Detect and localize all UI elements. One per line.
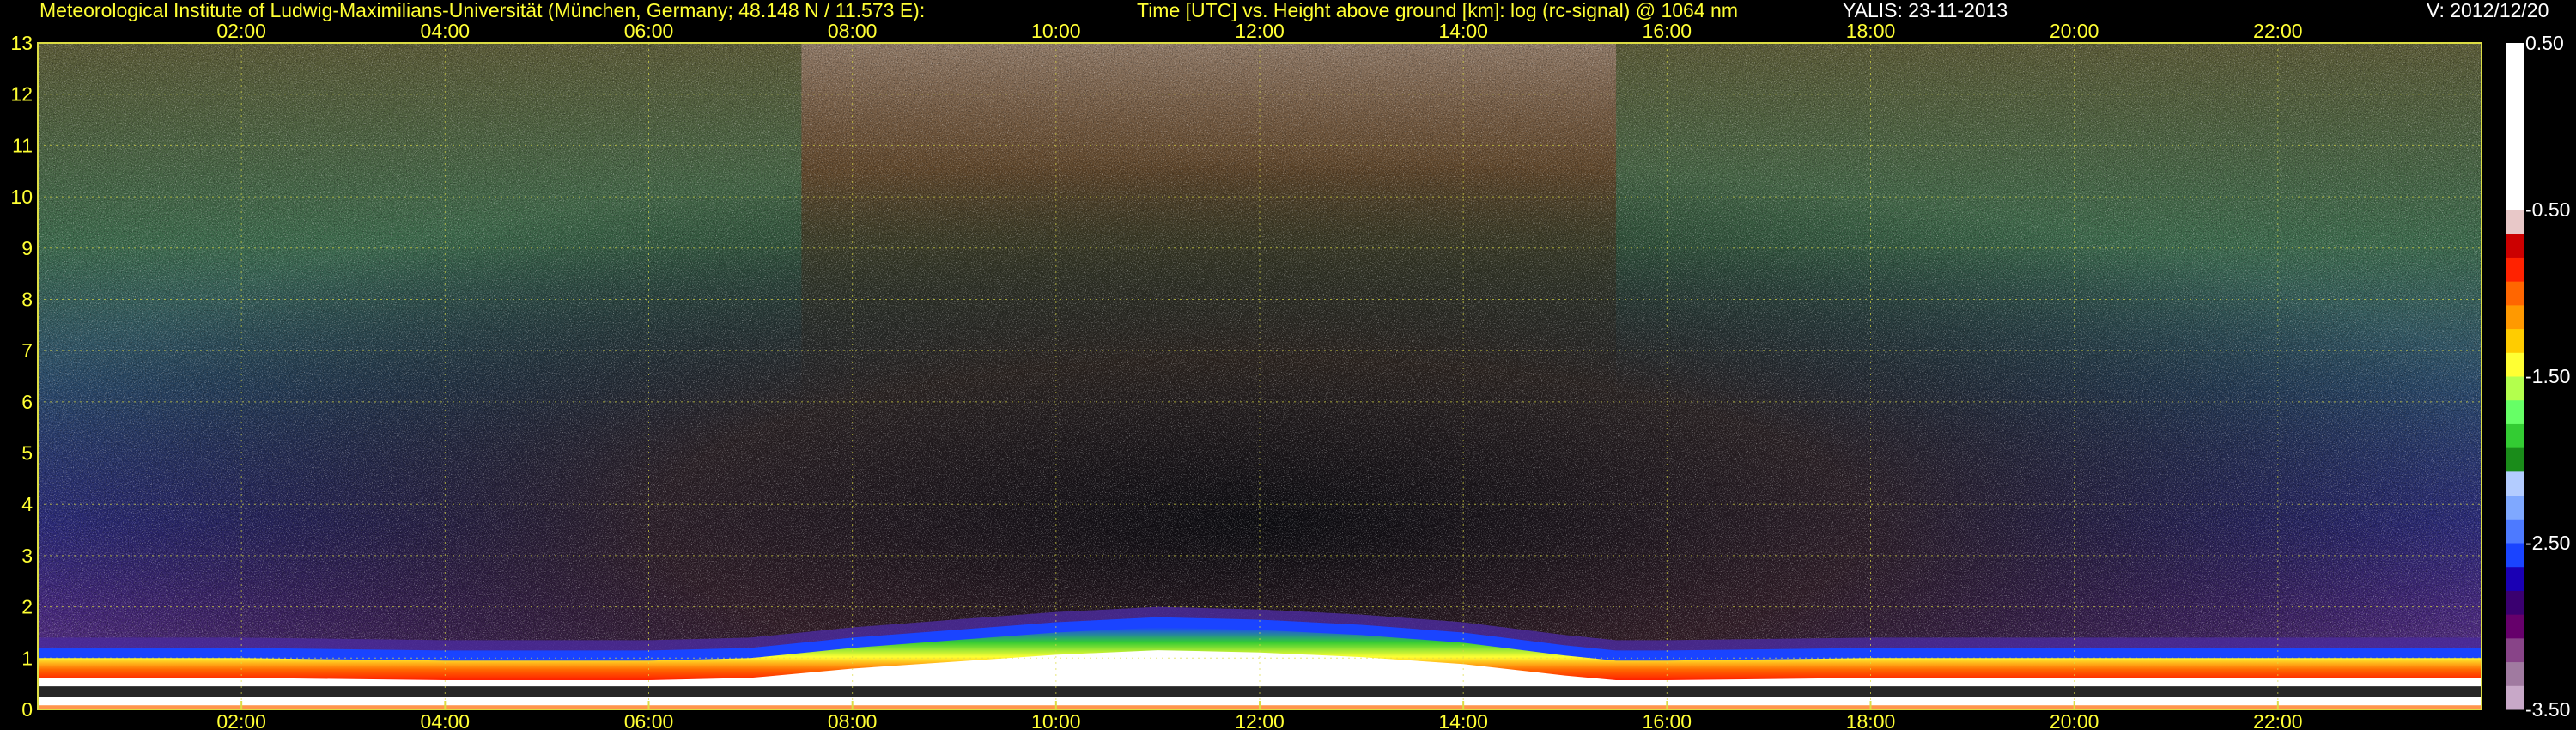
colorbar-segment	[2506, 257, 2524, 282]
colorbar-segment	[2506, 281, 2524, 306]
x-tick-label-bottom: 18:00	[1846, 710, 1896, 730]
y-tick-label: 0	[21, 698, 33, 721]
x-tick-label-top: 18:00	[1846, 20, 1896, 42]
colorbar-segment	[2506, 661, 2524, 686]
y-tick-label: 12	[10, 83, 33, 106]
colorbar-tick-label: -3.50	[2525, 698, 2570, 721]
colorbar-segment	[2506, 519, 2524, 544]
x-tick-label-bottom: 22:00	[2253, 710, 2303, 730]
y-tick-label: 1	[21, 647, 33, 669]
colorbar-segment	[2506, 543, 2524, 568]
x-tick-label-top: 04:00	[421, 20, 471, 42]
colorbar-segment	[2506, 328, 2524, 353]
colorbar	[2506, 43, 2524, 710]
x-tick-label-bottom: 12:00	[1235, 710, 1285, 730]
colorbar-segment	[2506, 233, 2524, 258]
y-tick-label: 9	[21, 237, 33, 259]
y-tick-label: 13	[10, 32, 33, 54]
colorbar-segment	[2506, 304, 2524, 330]
lidar-plot: Meteorological Institute of Ludwig-Maxim…	[0, 0, 2576, 730]
x-tick-label-bottom: 20:00	[2050, 710, 2099, 730]
colorbar-segment	[2506, 685, 2524, 710]
colorbar-segment	[2506, 447, 2524, 472]
colorbar-segment	[2506, 471, 2524, 496]
y-tick-label: 7	[21, 339, 33, 362]
y-tick-label: 5	[21, 442, 33, 465]
colorbar-segment	[2506, 399, 2524, 424]
colorbar-segment	[2506, 566, 2524, 591]
y-tick-label: 6	[21, 391, 33, 413]
x-tick-label-bottom: 08:00	[828, 710, 878, 730]
y-tick-label: 3	[21, 544, 33, 567]
colorbar-segment	[2506, 590, 2524, 615]
y-tick-label: 10	[10, 186, 33, 208]
colorbar-tick-label: -0.50	[2525, 198, 2570, 221]
x-tick-label-top: 14:00	[1438, 20, 1488, 42]
x-tick-label-top: 06:00	[624, 20, 674, 42]
colorbar-segment	[2506, 423, 2524, 448]
chart-svg: 02:00 02:00 04:00 04:00 06:00 06:00 08:00 08:00…	[10, 20, 2570, 730]
x-tick-label-bottom: 14:00	[1438, 710, 1488, 730]
colorbar-tick-label: -2.50	[2525, 532, 2570, 554]
x-tick-label-top: 20:00	[2050, 20, 2099, 42]
y-tick-label: 2	[21, 596, 33, 618]
colorbar-segment	[2506, 495, 2524, 520]
x-tick-label-top: 16:00	[1643, 20, 1692, 42]
x-tick-label-top: 02:00	[216, 20, 266, 42]
colorbar-tick-label: 0.50	[2525, 32, 2564, 54]
x-tick-label-bottom: 16:00	[1643, 710, 1692, 730]
x-tick-label-top: 10:00	[1031, 20, 1081, 42]
x-tick-label-top: 22:00	[2253, 20, 2303, 42]
x-tick-label-top: 08:00	[828, 20, 878, 42]
y-tick-label: 4	[21, 493, 33, 515]
colorbar-top-segment	[2506, 43, 2524, 210]
y-tick-label: 8	[21, 288, 33, 310]
colorbar-segment	[2506, 637, 2524, 663]
x-tick-label-bottom: 02:00	[216, 710, 266, 730]
x-tick-label-top: 12:00	[1235, 20, 1285, 42]
y-tick-label: 11	[12, 134, 33, 156]
colorbar-segment	[2506, 352, 2524, 377]
colorbar-segment	[2506, 210, 2524, 234]
colorbar-tick-label: -1.50	[2525, 365, 2570, 387]
x-tick-label-bottom: 04:00	[421, 710, 471, 730]
x-tick-label-bottom: 06:00	[624, 710, 674, 730]
colorbar-segment	[2506, 376, 2524, 401]
x-tick-label-bottom: 10:00	[1031, 710, 1081, 730]
colorbar-segment	[2506, 614, 2524, 639]
